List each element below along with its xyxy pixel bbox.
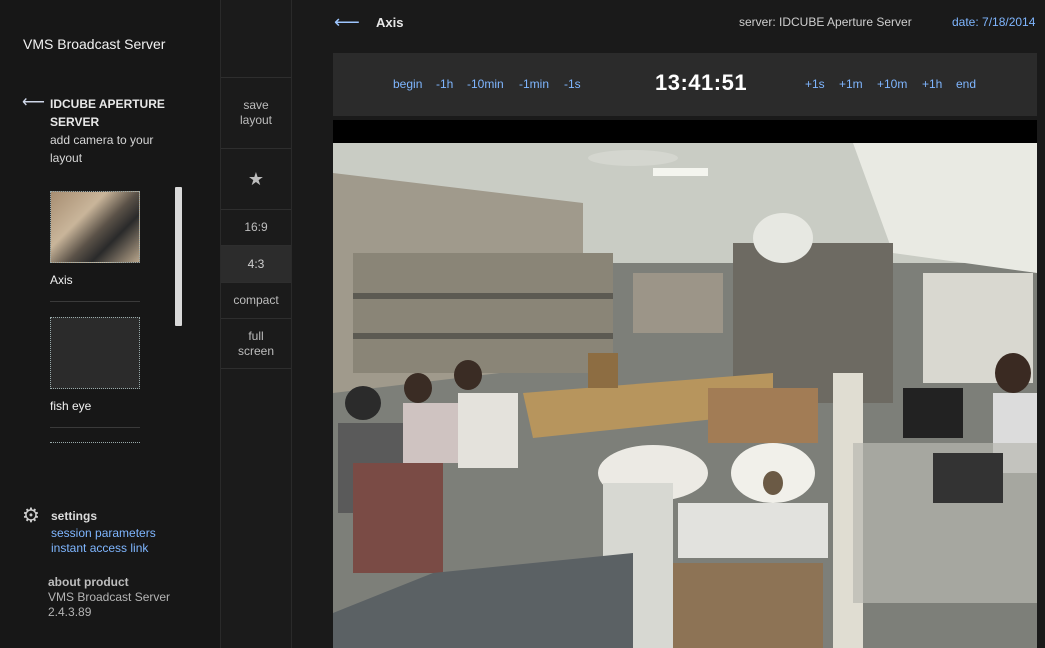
seek-plus-10m[interactable]: +10m xyxy=(877,77,907,91)
camera-thumbnail-partial[interactable] xyxy=(50,442,140,446)
full-screen-button[interactable]: full screen xyxy=(221,318,291,369)
instant-access-link[interactable]: instant access link xyxy=(51,541,148,555)
playback-clock: 13:41:51 xyxy=(655,70,748,95)
star-icon: ★ xyxy=(247,168,265,189)
camera-divider xyxy=(50,301,140,302)
seek-plus-1s[interactable]: +1s xyxy=(805,77,825,91)
camera-divider xyxy=(50,427,140,428)
full-screen-label: full screen xyxy=(237,328,275,358)
gear-icon[interactable]: ⚙ xyxy=(22,505,44,527)
left-arrow-icon[interactable]: ⟵ xyxy=(334,12,360,33)
seek-minus-1min[interactable]: -1min xyxy=(519,77,549,91)
save-layout-button[interactable]: save layout xyxy=(221,77,291,148)
seek-plus-1m[interactable]: +1m xyxy=(839,77,863,91)
seek-minus-10min[interactable]: -10min xyxy=(467,77,504,91)
layout-toolbar: save layout ★ 16:9 4:3 compact full scre… xyxy=(221,0,292,648)
compact-button[interactable]: compact xyxy=(221,282,291,318)
camera-title: Axis xyxy=(376,15,404,30)
seek-plus-1h[interactable]: +1h xyxy=(922,77,942,91)
date-selector[interactable]: date: 7/18/2014 xyxy=(952,15,1035,29)
server-name[interactable]: IDCUBE APERTURE SERVER xyxy=(50,95,200,131)
camera-scene-image xyxy=(333,143,1037,648)
favorite-button[interactable]: ★ xyxy=(221,148,291,209)
left-arrow-icon[interactable]: ⟵ xyxy=(22,95,45,111)
save-layout-label: save layout xyxy=(239,98,273,127)
compact-label: compact xyxy=(233,293,279,307)
seek-begin[interactable]: begin xyxy=(393,77,422,91)
about-product-title: about product xyxy=(48,575,129,589)
camera-list-scrollbar[interactable] xyxy=(175,187,182,326)
app-title: VMS Broadcast Server xyxy=(23,36,166,52)
seek-minus-1h[interactable]: -1h xyxy=(436,77,453,91)
camera-thumbnail-fish-eye[interactable] xyxy=(50,317,140,389)
settings-label[interactable]: settings xyxy=(51,509,97,523)
server-info: server: IDCUBE Aperture Server xyxy=(739,15,912,29)
aspect-16-9-button[interactable]: 16:9 xyxy=(221,209,291,245)
aspect-16-9-label: 16:9 xyxy=(244,220,268,234)
main-view: ⟵ Axis server: IDCUBE Aperture Server da… xyxy=(292,0,1045,648)
about-product-name: VMS Broadcast Server xyxy=(48,590,171,604)
about-product-version: 2.4.3.89 xyxy=(48,605,92,619)
aspect-4-3-button[interactable]: 4:3 xyxy=(221,245,291,282)
camera-video-feed[interactable] xyxy=(333,120,1037,648)
sidebar: VMS Broadcast Server ⟵ IDCUBE APERTURE S… xyxy=(0,0,221,648)
seek-end[interactable]: end xyxy=(956,77,976,91)
playback-timebar: begin -1h -10min -1min -1s 13:41:51 +1s … xyxy=(333,53,1037,116)
aspect-4-3-label: 4:3 xyxy=(247,256,265,271)
camera-label-axis[interactable]: Axis xyxy=(50,273,73,287)
session-parameters-link[interactable]: session parameters xyxy=(51,526,156,540)
camera-thumbnail-axis[interactable] xyxy=(50,191,140,263)
add-camera-hint: add camera to your layout xyxy=(50,133,154,165)
seek-minus-1s[interactable]: -1s xyxy=(564,77,581,91)
camera-label-fish-eye[interactable]: fish eye xyxy=(50,399,91,413)
